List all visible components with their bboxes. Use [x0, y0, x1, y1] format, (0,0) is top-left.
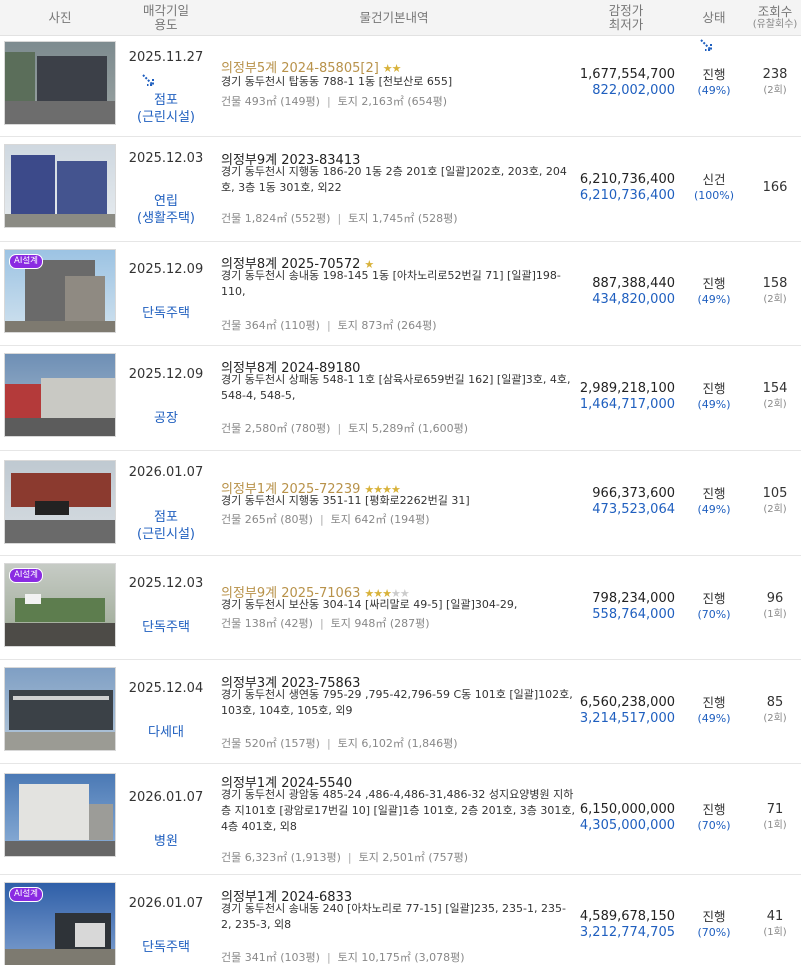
- usage-label[interactable]: 점포 (근린시설): [120, 509, 212, 543]
- property-photo[interactable]: [4, 773, 116, 857]
- property-address: 경기 동두천시 송내동 198-145 1동 [아차노리로52번길 71] [일…: [221, 269, 561, 298]
- header-date-usage: 매각기일 용도: [142, 3, 189, 32]
- auction-date: 2025.12.03: [128, 151, 204, 166]
- usage-label[interactable]: 다세대: [120, 724, 212, 741]
- usage-label[interactable]: 연립 (생활주택): [120, 193, 212, 227]
- property-photo[interactable]: [4, 41, 116, 125]
- status-badge: 진행 (70%): [697, 909, 731, 939]
- view-count: 85 (2회): [763, 695, 787, 724]
- price-info: 6,150,000,000 4,305,000,000: [579, 802, 675, 833]
- area-info: 건물 341㎡ (103평) | 토지 10,175㎡ (3,078평): [221, 951, 465, 964]
- auction-date: 2026.01.07: [128, 896, 204, 911]
- auction-date: 2025.11.27: [128, 50, 204, 65]
- price-info: 1,677,554,700 822,002,000: [579, 67, 675, 98]
- table-row[interactable]: 2025.12.03 연립 (생활주택) 의정부9계 2023-83413 경기 …: [0, 138, 801, 242]
- property-photo[interactable]: AI설계: [4, 882, 116, 965]
- header-views: 조회수 (유찰회수): [752, 4, 798, 31]
- pointer-arrow-icon: [700, 39, 712, 51]
- property-address: 경기 동두천시 송내동 240 [아차노리로 77-15] [일괄]235, 2…: [221, 902, 566, 931]
- view-count: 166: [762, 180, 788, 195]
- table-row[interactable]: 2026.01.07 병원 의정부1계 2024-5540 경기 동두천시 광암…: [0, 765, 801, 875]
- area-info: 건물 364㎡ (110평) | 토지 873㎡ (264평): [221, 319, 437, 332]
- header-status: 상태: [702, 10, 726, 25]
- usage-label[interactable]: 단독주택: [120, 619, 212, 636]
- property-address: 경기 동두천시 생연동 795-29 ,795-42,796-59 C동 101…: [221, 688, 573, 717]
- status-badge: 진행 (49%): [697, 381, 731, 411]
- view-count: 41 (1회): [763, 909, 787, 938]
- area-info: 건물 138㎡ (42평) | 토지 948㎡ (287평): [221, 617, 430, 630]
- property-address: 경기 동두천시 탑동동 788-1 1동 [천보산로 655]: [221, 75, 453, 88]
- view-count: 238 (2회): [762, 67, 788, 96]
- view-count: 71 (1회): [763, 802, 787, 831]
- usage-label[interactable]: 단독주택: [120, 939, 212, 956]
- area-info: 건물 265㎡ (80평) | 토지 642㎡ (194평): [221, 513, 430, 526]
- property-photo[interactable]: [4, 667, 116, 751]
- ai-design-badge: AI설계: [9, 254, 43, 269]
- status-badge: 진행 (49%): [697, 67, 731, 97]
- ai-design-badge: AI설계: [9, 568, 43, 583]
- pointer-arrow-icon: [142, 74, 154, 86]
- auction-date: 2025.12.03: [128, 576, 204, 591]
- property-address: 경기 동두천시 광암동 485-24 ,486-4,486-31,486-32 …: [221, 788, 576, 833]
- area-info: 건물 6,323㎡ (1,913평) | 토지 2,501㎡ (757평): [221, 851, 469, 864]
- property-photo[interactable]: [4, 353, 116, 437]
- property-photo[interactable]: AI설계: [4, 249, 116, 333]
- property-photo[interactable]: AI설계: [4, 563, 116, 647]
- auction-date: 2026.01.07: [128, 790, 204, 805]
- property-address: 경기 동두천시 상패동 548-1 1호 [삼육사로659번길 162] [일괄…: [221, 373, 571, 402]
- usage-label[interactable]: 단독주택: [120, 305, 212, 322]
- property-photo[interactable]: [4, 144, 116, 228]
- status-badge: 진행 (70%): [697, 591, 731, 621]
- property-address: 경기 동두천시 지행동 351-11 [평화로2262번길 31]: [221, 494, 470, 507]
- status-badge: 진행 (49%): [697, 695, 731, 725]
- status-badge: 신건 (100%): [693, 172, 735, 202]
- usage-label[interactable]: 점포 (근린시설): [120, 92, 212, 126]
- area-info: 건물 493㎡ (149평) | 토지 2,163㎡ (654평): [221, 95, 448, 108]
- status-badge: 진행 (49%): [697, 486, 731, 516]
- view-count: 154 (2회): [762, 381, 788, 410]
- table-header: 사진 매각기일 용도 물건기본내역 감정가 최저가 상태 조회수 (유찰회수): [0, 0, 801, 36]
- auction-date: 2025.12.04: [128, 681, 204, 696]
- price-info: 798,234,000 558,764,000: [592, 591, 675, 622]
- header-price: 감정가 최저가: [608, 3, 644, 32]
- price-info: 2,989,218,100 1,464,717,000: [579, 381, 675, 412]
- area-info: 건물 2,580㎡ (780평) | 토지 5,289㎡ (1,600평): [221, 422, 469, 435]
- table-row[interactable]: 2026.01.07 점포 (근린시설) 의정부1계 2025-72239 ★★★★…: [0, 452, 801, 556]
- view-count: 96 (1회): [763, 591, 787, 620]
- area-info: 건물 1,824㎡ (552평) | 토지 1,745㎡ (528평): [221, 212, 458, 225]
- usage-label[interactable]: 병원: [120, 833, 212, 850]
- ai-design-badge: AI설계: [9, 887, 43, 902]
- view-count: 105 (2회): [762, 486, 788, 515]
- table-row[interactable]: 2025.12.04 다세대 의정부3계 2023-75863 경기 동두천시 …: [0, 661, 801, 764]
- area-info: 건물 520㎡ (157평) | 토지 6,102㎡ (1,846평): [221, 737, 458, 750]
- table-row[interactable]: 2025.12.09 공장 의정부8계 2024-89180 경기 동두천시 상…: [0, 347, 801, 451]
- auction-date: 2025.12.09: [128, 367, 204, 382]
- price-info: 966,373,600 473,523,064: [592, 486, 675, 517]
- table-row[interactable]: 2025.11.27 점포 (근린시설) 의정부5계 2024-85805[2] ★…: [0, 37, 801, 137]
- property-address: 경기 동두천시 지행동 186-20 1동 2층 201호 [일괄]202호, …: [221, 165, 567, 194]
- auction-date: 2026.01.07: [128, 465, 204, 480]
- view-count: 158 (2회): [762, 276, 788, 305]
- table-row[interactable]: AI설계 2025.12.09 단독주택 의정부8계 2025-70572 ★ 경…: [0, 243, 801, 346]
- price-info: 887,388,440 434,820,000: [592, 276, 675, 307]
- price-info: 6,210,736,400 6,210,736,400: [579, 172, 675, 203]
- table-row[interactable]: AI설계 2025.12.03 단독주택 의정부9계 2025-71063 ★★★…: [0, 557, 801, 660]
- usage-label[interactable]: 공장: [120, 410, 212, 427]
- property-photo[interactable]: [4, 460, 116, 544]
- header-photo: 사진: [48, 10, 72, 25]
- status-badge: 진행 (49%): [697, 276, 731, 306]
- price-info: 4,589,678,150 3,212,774,705: [579, 909, 675, 940]
- table-row[interactable]: AI설계 2026.01.07 단독주택 의정부1계 2024-6833 경기 …: [0, 876, 801, 965]
- status-badge: 진행 (70%): [697, 802, 731, 832]
- property-address: 경기 동두천시 보산동 304-14 [싸리말로 49-5] [일괄]304-2…: [221, 598, 518, 611]
- price-info: 6,560,238,000 3,214,517,000: [579, 695, 675, 726]
- auction-date: 2025.12.09: [128, 262, 204, 277]
- header-basic: 물건기본내역: [359, 10, 429, 25]
